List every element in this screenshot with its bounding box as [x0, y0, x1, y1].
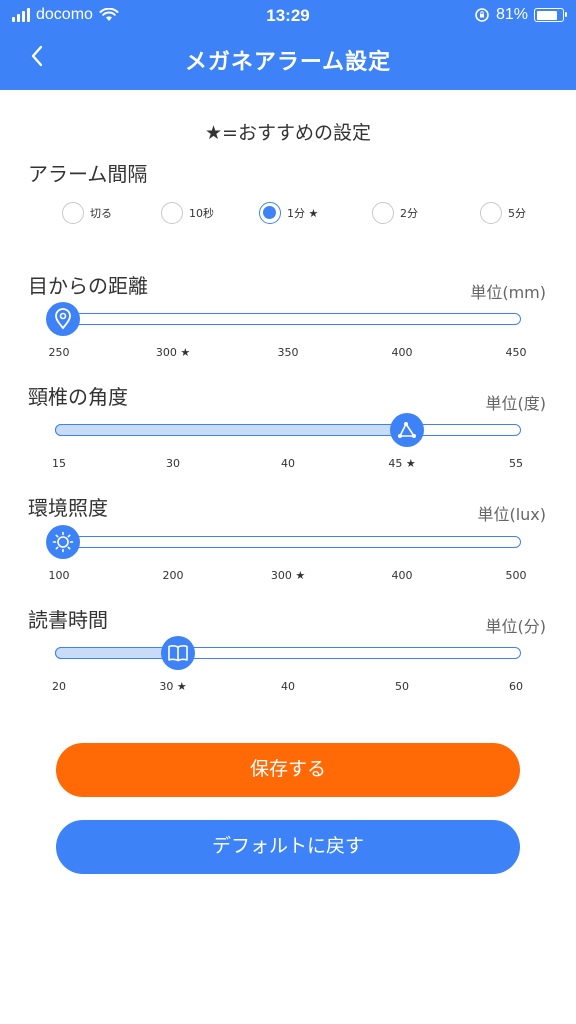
tick-label: 400 [391, 569, 413, 582]
radio-circle-selected[interactable] [259, 202, 281, 224]
radio-5min[interactable]: 5分 [480, 202, 526, 224]
distance-slider[interactable] [46, 302, 521, 336]
slider-thumb[interactable] [46, 302, 80, 336]
reset-defaults-button[interactable]: デフォルトに戻す [56, 820, 520, 874]
reading-time-slider[interactable] [55, 636, 521, 670]
tick-label: 30 [166, 457, 180, 470]
tick-label: 300 ★ [155, 346, 191, 359]
radio-label: 2分 [400, 207, 418, 220]
tick-label: 450 [505, 346, 527, 359]
neck-angle-label: 頸椎の角度 [28, 385, 128, 409]
tick-label: 45 ★ [388, 457, 416, 470]
slider-fill [55, 647, 178, 659]
slider-track[interactable] [55, 313, 521, 325]
tick-label: 200 [162, 569, 184, 582]
illuminance-ticks: 100 200 300 ★ 400 500 [0, 569, 576, 585]
map-pin-icon [55, 308, 71, 330]
radio-off[interactable]: 切る [62, 202, 112, 224]
tick-label: 30 ★ [159, 680, 187, 693]
radio-label: 5分 [508, 207, 526, 220]
book-icon [167, 645, 188, 662]
radio-label: 10秒 [189, 207, 214, 220]
tick-label: 300 ★ [270, 569, 306, 582]
radio-2min[interactable]: 2分 [372, 202, 418, 224]
radio-circle[interactable] [62, 202, 84, 224]
radio-10s[interactable]: 10秒 [161, 202, 214, 224]
illuminance-label: 環境照度 [28, 496, 108, 520]
radio-label: 切る [90, 207, 112, 220]
alarm-interval-label: アラーム間隔 [28, 162, 148, 186]
recommended-legend: ★=おすすめの設定 [205, 122, 371, 144]
app-header: docomo 13:29 81% メガネアラーム設定 [0, 0, 576, 90]
slider-thumb[interactable] [46, 525, 80, 559]
angle-icon [397, 422, 416, 438]
tick-label: 250 [48, 346, 70, 359]
distance-unit: 単位(mm) [470, 283, 546, 302]
tick-label: 15 [52, 457, 66, 470]
neck-angle-ticks: 15 30 40 45 ★ 55 [0, 457, 576, 473]
radio-circle[interactable] [161, 202, 183, 224]
radio-circle[interactable] [372, 202, 394, 224]
tick-label: 100 [48, 569, 70, 582]
distance-label: 目からの距離 [28, 274, 148, 298]
sun-icon [52, 531, 74, 553]
battery-percent: 81% [495, 6, 528, 23]
slider-track[interactable] [55, 536, 521, 548]
orientation-lock-icon [475, 8, 489, 22]
slider-thumb[interactable] [389, 413, 424, 447]
radio-label: 1分 ★ [287, 207, 319, 220]
battery-icon [534, 8, 567, 22]
tick-label: 350 [277, 346, 299, 359]
tick-label: 40 [281, 680, 295, 693]
slider-thumb[interactable] [160, 636, 195, 670]
status-bar: docomo 13:29 81% [0, 0, 576, 32]
neck-angle-unit: 単位(度) [485, 394, 547, 413]
tick-label: 55 [509, 457, 523, 470]
tick-label: 50 [395, 680, 409, 693]
neck-angle-slider[interactable] [55, 413, 521, 447]
alarm-interval-options: 切る 10秒 1分 ★ 2分 5分 [0, 202, 576, 228]
tick-label: 400 [391, 346, 413, 359]
tick-label: 20 [52, 680, 66, 693]
distance-ticks: 250 300 ★ 350 400 450 [0, 346, 576, 362]
tick-label: 60 [509, 680, 523, 693]
radio-1min[interactable]: 1分 ★ [259, 202, 318, 224]
page-title: メガネアラーム設定 [184, 50, 392, 75]
tick-label: 500 [505, 569, 527, 582]
reading-time-unit: 単位(分) [485, 617, 547, 636]
illuminance-unit: 単位(lux) [477, 505, 546, 524]
tick-label: 40 [281, 457, 295, 470]
reading-time-label: 読書時間 [28, 608, 108, 632]
save-button[interactable]: 保存する [56, 743, 520, 797]
reading-time-ticks: 20 30 ★ 40 50 60 [0, 680, 576, 696]
slider-fill [55, 424, 407, 436]
radio-circle[interactable] [480, 202, 502, 224]
illuminance-slider[interactable] [46, 525, 521, 559]
status-right: 81% [474, 6, 567, 24]
